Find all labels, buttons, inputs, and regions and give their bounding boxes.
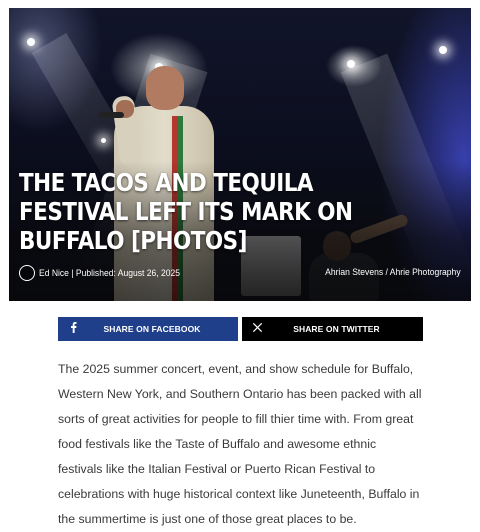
photo-credit: Ahrian Stevens / Ahrie Photography — [325, 267, 461, 277]
share-twitter-button[interactable]: SHARE ON TWITTER — [242, 317, 423, 341]
author-avatar[interactable] — [19, 265, 35, 281]
article-title: THE TACOS AND TEQUILA FESTIVAL LEFT ITS … — [19, 168, 353, 255]
x-icon — [242, 322, 268, 335]
facebook-icon — [58, 322, 84, 336]
byline-text[interactable]: Ed Nice | Published: August 26, 2025 — [39, 268, 180, 278]
share-facebook-label: SHARE ON FACEBOOK — [103, 324, 201, 334]
share-facebook-button[interactable]: SHARE ON FACEBOOK — [58, 317, 238, 341]
byline: Ed Nice | Published: August 26, 2025 — [19, 264, 187, 282]
hero-image: THE TACOS AND TEQUILA FESTIVAL LEFT ITS … — [9, 8, 471, 301]
article-paragraph: The 2025 summer concert, event, and show… — [58, 362, 422, 526]
share-twitter-label: SHARE ON TWITTER — [293, 324, 380, 334]
